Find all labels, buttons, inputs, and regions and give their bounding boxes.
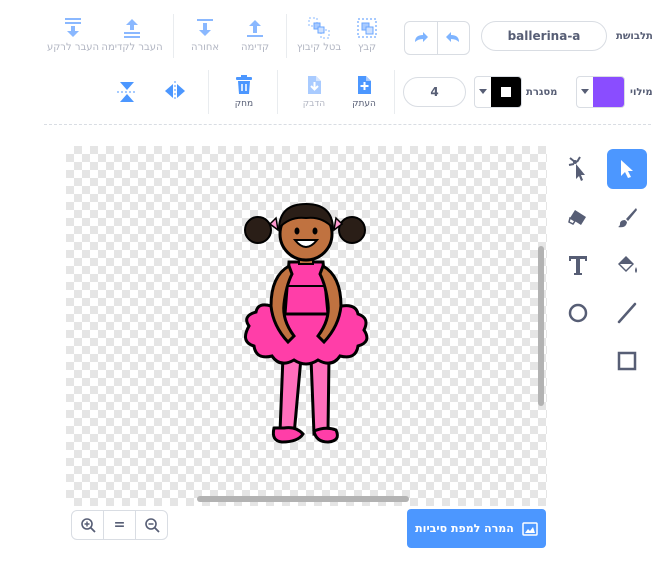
copy-icon xyxy=(358,76,371,94)
outline-label: מסגרת xyxy=(526,87,558,98)
rectangle-icon xyxy=(617,351,637,371)
brush-icon xyxy=(618,208,637,228)
toolbar-divider xyxy=(173,14,174,58)
toolbar-bottom-divider xyxy=(44,124,651,125)
flip-horizontal-button[interactable] xyxy=(163,80,187,106)
forward-label: קדימה xyxy=(240,42,270,53)
forward-icon xyxy=(247,20,263,37)
fill-color-picker[interactable] xyxy=(576,76,625,108)
costume-name-input[interactable]: ballerina-a xyxy=(481,21,607,51)
bring-to-front-label: העבר לקדימה xyxy=(101,42,163,53)
flip-vertical-icon xyxy=(117,82,137,102)
toolbar-divider xyxy=(286,14,287,58)
line-icon xyxy=(617,302,637,324)
fill-swatch xyxy=(593,77,624,107)
costume-label: תלבושת xyxy=(616,31,653,42)
paint-bucket-icon xyxy=(618,256,637,273)
group-label: קבץ xyxy=(357,42,377,53)
delete-button[interactable]: מחק xyxy=(230,74,258,109)
bring-to-front-icon xyxy=(124,19,140,38)
toolbar-divider xyxy=(394,70,395,114)
outline-color-picker[interactable] xyxy=(474,76,522,108)
send-to-back-button[interactable]: העבר לרקע xyxy=(46,17,100,53)
undo-button[interactable] xyxy=(438,22,470,54)
redo-button[interactable] xyxy=(405,22,438,54)
zoom-out-button[interactable] xyxy=(136,511,167,539)
paint-canvas[interactable] xyxy=(66,146,547,506)
eraser-icon xyxy=(568,210,586,225)
backward-button[interactable]: אחורה xyxy=(188,17,222,53)
toolbar-divider xyxy=(277,70,278,114)
send-to-back-label: העבר לרקע xyxy=(46,42,100,53)
reshape-tool[interactable] xyxy=(558,149,598,189)
brush-tool[interactable] xyxy=(607,197,647,237)
line-tool[interactable] xyxy=(607,293,647,333)
outline-swatch xyxy=(491,77,521,107)
convert-to-bitmap-button[interactable]: המרה למפת סיביות xyxy=(407,509,546,548)
flip-horizontal-icon xyxy=(165,81,185,101)
ballerina-costume-drawing xyxy=(197,202,544,502)
paste-icon xyxy=(308,76,321,94)
copy-label: העתק xyxy=(352,99,376,109)
toolbar-divider xyxy=(208,70,209,114)
text-icon xyxy=(569,256,587,275)
zoom-in-button[interactable] xyxy=(72,511,104,539)
copy-button[interactable]: העתק xyxy=(350,74,378,109)
group-button[interactable]: קבץ xyxy=(352,17,382,53)
eraser-tool[interactable] xyxy=(558,197,598,237)
chevron-down-icon xyxy=(577,77,593,107)
group-icon xyxy=(357,18,377,38)
rectangle-tool[interactable] xyxy=(607,341,647,381)
backward-icon xyxy=(197,19,213,36)
outline-width-input[interactable]: 4 xyxy=(403,77,466,107)
ungroup-icon xyxy=(308,17,330,39)
send-to-back-icon xyxy=(65,18,81,37)
zoom-out-icon xyxy=(144,518,160,533)
trash-icon xyxy=(236,75,252,94)
undo-icon xyxy=(446,32,460,42)
text-tool[interactable] xyxy=(558,245,598,285)
reshape-icon xyxy=(568,156,585,181)
fill-tool[interactable] xyxy=(607,245,647,285)
ungroup-button[interactable]: בטל קיבוץ xyxy=(297,17,341,53)
circle-icon xyxy=(568,303,588,323)
backward-label: אחורה xyxy=(190,42,220,53)
zoom-in-icon xyxy=(80,518,96,533)
chevron-down-icon xyxy=(475,77,491,107)
delete-label: מחק xyxy=(234,99,254,109)
convert-to-bitmap-label: המרה למפת סיביות xyxy=(415,522,514,535)
zoom-controls: = xyxy=(71,510,168,540)
undo-redo-group xyxy=(404,21,470,55)
zoom-reset-button[interactable]: = xyxy=(104,511,136,539)
circle-tool[interactable] xyxy=(558,293,598,333)
image-icon xyxy=(522,521,538,536)
bring-to-front-button[interactable]: העבר לקדימה xyxy=(101,17,163,53)
ungroup-label: בטל קיבוץ xyxy=(296,42,342,53)
redo-icon xyxy=(414,32,428,42)
cursor-arrow-icon xyxy=(621,160,633,178)
forward-button[interactable]: קדימה xyxy=(238,17,272,53)
paste-button[interactable]: הדבק xyxy=(300,74,328,109)
fill-label: מילוי xyxy=(630,87,653,98)
flip-vertical-button[interactable] xyxy=(116,80,138,108)
select-tool[interactable] xyxy=(607,149,647,189)
paste-label: הדבק xyxy=(302,99,326,109)
